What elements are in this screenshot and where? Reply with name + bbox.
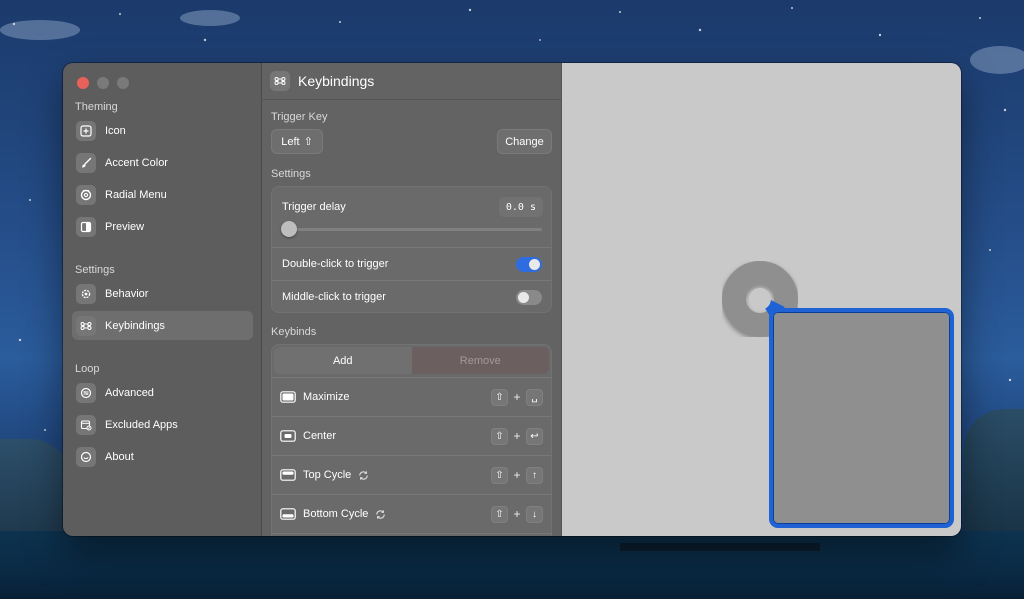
sidebar-item-icon[interactable]: Icon (72, 116, 253, 145)
sidebar-item-radial-menu[interactable]: Radial Menu (72, 180, 253, 209)
sidebar-item-label: Preview (105, 220, 145, 233)
key-plus: + (513, 507, 521, 521)
sidebar-section-loop: Loop (75, 363, 100, 375)
sidebar-item-excluded-apps[interactable]: Excluded Apps (72, 410, 253, 439)
preview-pane (562, 63, 961, 536)
keybind-keys[interactable]: ⇧ + ↩ (491, 427, 543, 445)
keybind-label: Maximize (303, 391, 350, 403)
maximize-icon (280, 391, 296, 403)
command-icon (76, 315, 96, 336)
keybindings-pane: Keybindings Trigger Key Left ⇧ Change Se… (262, 63, 562, 536)
middle-click-toggle[interactable] (516, 290, 542, 305)
sidebar-item-behavior[interactable]: Behavior (72, 279, 253, 308)
page-title: Keybindings (298, 73, 375, 89)
wallpaper-sea (0, 531, 1024, 599)
keybinds-group: Add Remove Maximize ⇧ + ␣ Center ⇧ + ↩ T… (271, 344, 552, 536)
advanced-icon (76, 382, 96, 403)
key-plus: + (513, 390, 521, 404)
key-cap: ⇧ (491, 427, 508, 445)
trigger-delay-slider-knob[interactable] (281, 221, 297, 237)
sidebar-item-label: Accent Color (105, 156, 168, 169)
keybind-row-maximize[interactable]: Maximize ⇧ + ␣ (272, 378, 551, 416)
settings-group: Trigger delay 0.0 s Double-click to trig… (271, 186, 552, 313)
cycle-icon (359, 470, 369, 480)
excluded-apps-icon (76, 414, 96, 435)
center-icon (280, 430, 296, 442)
middle-click-label: Middle-click to trigger (282, 291, 386, 303)
keybind-row-center[interactable]: Center ⇧ + ↩ (272, 417, 551, 455)
sidebar-item-accent-color[interactable]: Accent Color (72, 148, 253, 177)
bottom-half-icon (280, 508, 296, 520)
trigger-delay-value[interactable]: 0.0 s (498, 197, 543, 217)
trigger-delay-label: Trigger delay (282, 201, 346, 213)
trigger-key-label: Trigger Key (271, 111, 328, 123)
sidebar-item-label: Keybindings (105, 319, 165, 332)
cycle-icon (376, 509, 386, 519)
sidebar-item-about[interactable]: About (72, 442, 253, 471)
wallpaper-island-right (964, 409, 1024, 549)
key-cap: ↑ (526, 466, 543, 484)
sidebar-item-label: Icon (105, 124, 126, 137)
sidebar-item-keybindings[interactable]: Keybindings (72, 311, 253, 340)
keybind-keys[interactable]: ⇧ + ↑ (491, 466, 543, 484)
traffic-lights (77, 77, 129, 89)
key-cap: ␣ (526, 388, 543, 406)
key-cap: ⇧ (491, 466, 508, 484)
trigger-delay-slider[interactable] (284, 228, 542, 231)
sidebar-item-label: Behavior (105, 287, 149, 300)
key-plus: + (513, 429, 521, 443)
sidebar-item-label: Radial Menu (105, 188, 167, 201)
sidebar-item-preview[interactable]: Preview (72, 212, 253, 241)
keybind-label: Bottom Cycle (303, 508, 369, 520)
double-click-row: Double-click to trigger (272, 248, 551, 280)
top-half-icon (280, 469, 296, 481)
paintbrush-icon (76, 152, 96, 173)
circle-ring-icon (76, 184, 96, 205)
wallpaper-dock (620, 543, 820, 551)
gear-icon (76, 283, 96, 304)
sidebar-section-theming: Theming (75, 101, 118, 113)
keybind-keys[interactable]: ⇧ + ↓ (491, 505, 543, 523)
key-cap: ⇧ (491, 505, 508, 523)
close-window-button[interactable] (77, 77, 89, 89)
window-preview (769, 308, 954, 528)
sidebar: Theming Icon Accent Color Radial Menu Pr… (63, 63, 262, 536)
add-remove-segmented-control: Add Remove (274, 347, 549, 374)
keybinds-label: Keybinds (271, 326, 317, 338)
keybind-keys[interactable]: ⇧ + ␣ (491, 388, 543, 406)
sidebar-item-label: About (105, 450, 134, 463)
pane-header: Keybindings (262, 63, 561, 100)
command-icon (270, 71, 290, 91)
remove-keybind-button[interactable]: Remove (411, 347, 549, 374)
key-cap: ↩ (526, 427, 543, 445)
key-cap: ⇧ (491, 388, 508, 406)
sidebar-item-advanced[interactable]: Advanced (72, 378, 253, 407)
sidebar-preview-icon (76, 216, 96, 237)
about-icon (76, 446, 96, 467)
keybind-label: Center (303, 430, 337, 442)
settings-label: Settings (271, 168, 311, 180)
trigger-key-value: Left (281, 135, 300, 148)
shift-icon: ⇧ (303, 136, 313, 148)
change-trigger-key-button[interactable]: Change (497, 129, 552, 154)
sidebar-item-label: Excluded Apps (105, 418, 178, 431)
plus-square-icon (76, 120, 96, 141)
middle-click-row: Middle-click to trigger (272, 281, 551, 313)
zoom-window-button[interactable] (117, 77, 129, 89)
keybind-row-bottom-cycle[interactable]: Bottom Cycle ⇧ + ↓ (272, 495, 551, 533)
minimize-window-button[interactable] (97, 77, 109, 89)
keybind-label: Top Cycle (303, 469, 352, 481)
divider (272, 533, 551, 534)
sidebar-item-label: Advanced (105, 386, 154, 399)
keybind-row-top-cycle[interactable]: Top Cycle ⇧ + ↑ (272, 456, 551, 494)
sidebar-section-settings: Settings (75, 264, 115, 276)
add-keybind-button[interactable]: Add (274, 347, 412, 374)
key-plus: + (513, 468, 521, 482)
double-click-label: Double-click to trigger (282, 258, 389, 270)
trigger-key-button[interactable]: Left ⇧ (271, 129, 323, 154)
key-cap: ↓ (526, 505, 543, 523)
settings-window: Theming Icon Accent Color Radial Menu Pr… (63, 63, 961, 536)
double-click-toggle[interactable] (516, 257, 542, 272)
